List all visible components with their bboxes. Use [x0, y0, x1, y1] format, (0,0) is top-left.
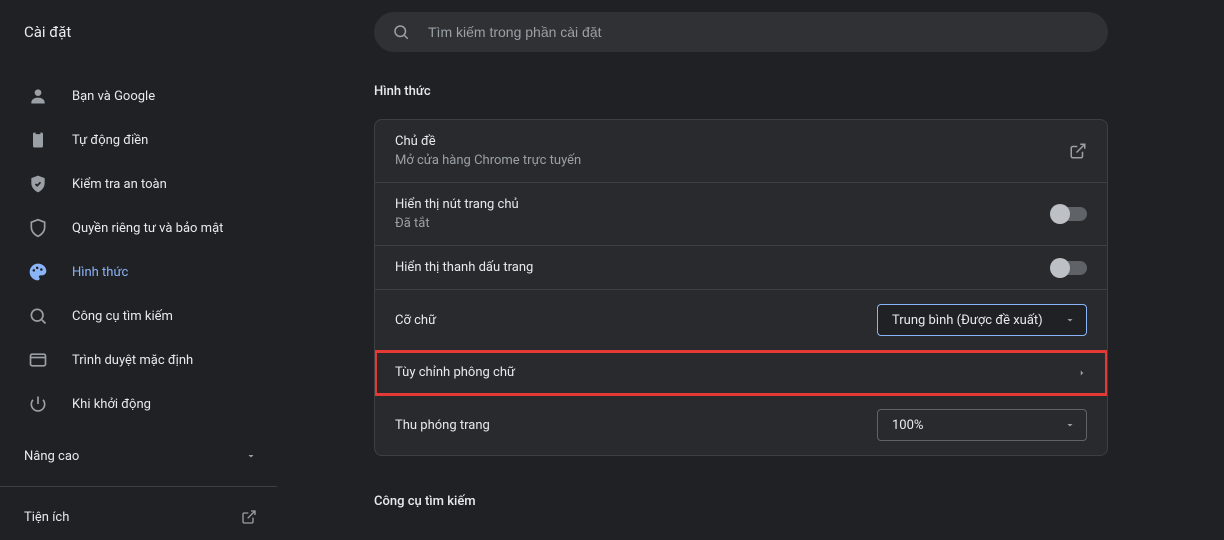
row-theme[interactable]: Chủ đề Mở cửa hàng Chrome trực tuyến [375, 120, 1107, 183]
search-box[interactable] [374, 12, 1108, 52]
search-input[interactable] [428, 24, 1090, 40]
sidebar-extensions[interactable]: Tiện ích [0, 495, 277, 539]
person-icon [28, 86, 48, 106]
power-icon [28, 394, 48, 414]
search-icon [28, 306, 48, 326]
row-customize-fonts[interactable]: Tùy chỉnh phông chữ [375, 351, 1107, 395]
search-wrap [278, 12, 1224, 52]
appearance-card: Chủ đề Mở cửa hàng Chrome trực tuyến Hiể… [374, 119, 1108, 456]
chevron-down-icon [1064, 314, 1076, 326]
chevron-down-icon [1064, 419, 1076, 431]
sidebar-item-default-browser[interactable]: Trình duyệt mặc định [20, 338, 269, 382]
row-bookmark-bar: Hiển thị thanh dấu trang [375, 246, 1107, 290]
row-font-size: Cỡ chữ Trung bình (Được đề xuất) [375, 290, 1107, 351]
page-zoom-select[interactable]: 100% [877, 409, 1087, 441]
sidebar-item-label: Quyền riêng tư và bảo mật [72, 221, 223, 236]
row-title: Hiển thị nút trang chủ [395, 197, 519, 212]
sidebar-item-privacy[interactable]: Quyền riêng tư và bảo mật [20, 206, 269, 250]
select-value: Trung bình (Được đề xuất) [892, 313, 1043, 328]
shield-check-icon [28, 174, 48, 194]
chevron-right-icon [1077, 368, 1087, 378]
chevron-down-icon [245, 450, 257, 462]
shield-icon [28, 218, 48, 238]
clipboard-icon [28, 130, 48, 150]
sidebar-item-label: Trình duyệt mặc định [72, 353, 193, 368]
browser-icon [28, 350, 48, 370]
main-content: Hình thức Chủ đề Mở cửa hàng Chrome trực… [278, 64, 1224, 540]
sidebar-advanced[interactable]: Nâng cao [0, 434, 277, 478]
row-page-zoom: Thu phóng trang 100% [375, 395, 1107, 455]
row-subtitle: Đã tắt [395, 216, 519, 231]
open-in-new-icon [241, 509, 257, 525]
next-section-title: Công cụ tìm kiếm [374, 494, 1108, 509]
palette-icon [28, 262, 48, 282]
font-size-select[interactable]: Trung bình (Được đề xuất) [877, 304, 1087, 336]
sidebar-item-you-and-google[interactable]: Bạn và Google [20, 74, 269, 118]
sidebar-item-label: Kiểm tra an toàn [72, 177, 167, 192]
sidebar-extensions-label: Tiện ích [24, 510, 69, 525]
sidebar-item-label: Bạn và Google [72, 89, 155, 104]
row-title: Thu phóng trang [395, 418, 490, 433]
sidebar-item-appearance[interactable]: Hình thức [20, 250, 269, 294]
select-value: 100% [892, 418, 923, 433]
sidebar-item-autofill[interactable]: Tự động điền [20, 118, 269, 162]
bookmark-bar-toggle[interactable] [1053, 261, 1087, 275]
sidebar: Bạn và Google Tự động điền Kiểm tra an t… [0, 64, 278, 540]
row-home-button: Hiển thị nút trang chủ Đã tắt [375, 183, 1107, 246]
sidebar-item-safety-check[interactable]: Kiểm tra an toàn [20, 162, 269, 206]
home-button-toggle[interactable] [1053, 207, 1087, 221]
row-subtitle: Mở cửa hàng Chrome trực tuyến [395, 153, 581, 168]
body: Bạn và Google Tự động điền Kiểm tra an t… [0, 64, 1224, 540]
header: Cài đặt [0, 0, 1224, 64]
row-title: Chủ đề [395, 134, 581, 149]
app-title: Cài đặt [0, 23, 278, 41]
row-title: Cỡ chữ [395, 313, 436, 328]
row-title: Tùy chỉnh phông chữ [395, 365, 515, 380]
divider [0, 486, 277, 487]
sidebar-item-label: Công cụ tìm kiếm [72, 309, 173, 324]
sidebar-item-label: Hình thức [72, 265, 128, 280]
search-icon [392, 23, 410, 41]
open-in-new-icon [1069, 142, 1087, 160]
sidebar-item-label: Khi khởi động [72, 397, 151, 412]
sidebar-advanced-label: Nâng cao [24, 449, 79, 464]
sidebar-item-label: Tự động điền [72, 133, 148, 148]
sidebar-item-search-engine[interactable]: Công cụ tìm kiếm [20, 294, 269, 338]
sidebar-item-on-startup[interactable]: Khi khởi động [20, 382, 269, 426]
section-title: Hình thức [374, 84, 1224, 99]
row-title: Hiển thị thanh dấu trang [395, 260, 533, 275]
